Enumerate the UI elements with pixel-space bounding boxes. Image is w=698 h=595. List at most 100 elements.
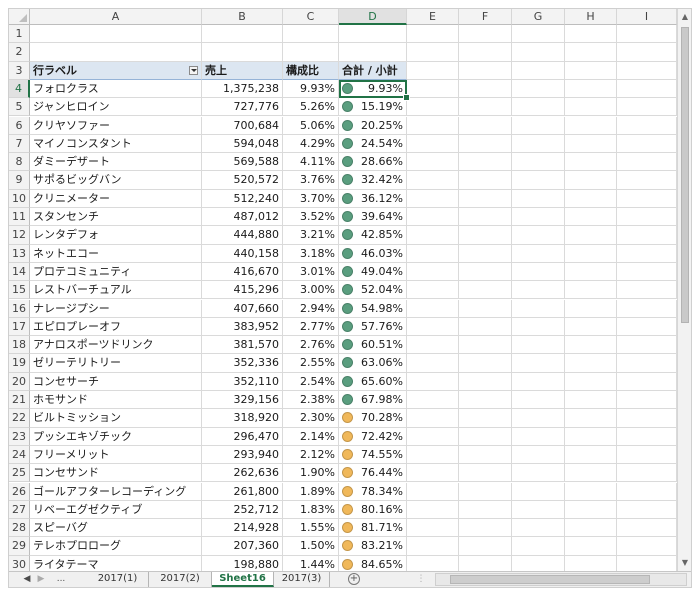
sales-cell[interactable]: 487,012 <box>202 208 283 227</box>
cell-e2[interactable] <box>407 43 459 62</box>
vertical-scroll-thumb[interactable] <box>681 27 689 323</box>
cell-g24[interactable] <box>512 445 565 465</box>
row-label-cell[interactable]: エピロプレーオフ <box>30 317 202 337</box>
cell-i6[interactable] <box>617 116 677 135</box>
cell-h11[interactable] <box>565 208 617 227</box>
cumulative-cell[interactable]: 24.54% <box>339 134 407 154</box>
cell-i18[interactable] <box>617 336 677 355</box>
column-header-g[interactable]: G <box>512 9 565 25</box>
cell-i22[interactable] <box>617 409 677 428</box>
sales-cell[interactable]: 700,684 <box>202 116 283 135</box>
cumulative-cell[interactable]: 78.34% <box>339 482 407 501</box>
cell-h7[interactable] <box>565 134 617 154</box>
sales-cell[interactable]: 296,470 <box>202 427 283 446</box>
cell-g8[interactable] <box>512 153 565 172</box>
cell-i2[interactable] <box>617 43 677 62</box>
row-header-24[interactable]: 24 <box>9 445 30 465</box>
row-header-22[interactable]: 22 <box>9 409 30 428</box>
ratio-cell[interactable]: 3.21% <box>283 226 339 245</box>
row-header-9[interactable]: 9 <box>9 171 30 190</box>
cell-h10[interactable] <box>565 189 617 208</box>
cell-i5[interactable] <box>617 98 677 117</box>
cell-f27[interactable] <box>459 500 512 520</box>
row-label-cell[interactable]: ネットエコー <box>30 244 202 263</box>
horizontal-scrollbar[interactable] <box>435 573 687 586</box>
row-header-23[interactable]: 23 <box>9 427 30 446</box>
row-header-6[interactable]: 6 <box>9 116 30 135</box>
pivot-header-ratio[interactable]: 構成比 <box>283 61 339 80</box>
cell-g19[interactable] <box>512 354 565 373</box>
cell-e8[interactable] <box>407 153 459 172</box>
cell-e4[interactable] <box>407 79 459 99</box>
row-header-13[interactable]: 13 <box>9 244 30 263</box>
cell-h15[interactable] <box>565 281 617 300</box>
cell-f4[interactable] <box>459 79 512 99</box>
row-header-25[interactable]: 25 <box>9 464 30 483</box>
cell-f10[interactable] <box>459 189 512 208</box>
tab-sheet16[interactable]: Sheet16 <box>212 572 274 587</box>
cumulative-cell[interactable]: 83.21% <box>339 537 407 556</box>
cell-e27[interactable] <box>407 500 459 520</box>
cell-g26[interactable] <box>512 482 565 501</box>
sales-cell[interactable]: 262,636 <box>202 464 283 483</box>
cell-e24[interactable] <box>407 445 459 465</box>
tab-ellipsis-button[interactable]: ... <box>53 572 69 587</box>
row-header-18[interactable]: 18 <box>9 336 30 355</box>
row-header-5[interactable]: 5 <box>9 98 30 117</box>
cell-f3[interactable] <box>459 61 512 80</box>
row-header-29[interactable]: 29 <box>9 537 30 556</box>
ratio-cell[interactable]: 3.70% <box>283 189 339 208</box>
column-header-b[interactable]: B <box>202 9 283 25</box>
cell-i12[interactable] <box>617 226 677 245</box>
cell-h26[interactable] <box>565 482 617 501</box>
cell-i9[interactable] <box>617 171 677 190</box>
ratio-cell[interactable]: 2.55% <box>283 354 339 373</box>
row-label-cell[interactable]: ダミーデザート <box>30 153 202 172</box>
ratio-cell[interactable]: 1.55% <box>283 519 339 538</box>
cell-e1[interactable] <box>407 25 459 44</box>
cell-h5[interactable] <box>565 98 617 117</box>
row-header-17[interactable]: 17 <box>9 317 30 337</box>
cell-i1[interactable] <box>617 25 677 44</box>
cell-g11[interactable] <box>512 208 565 227</box>
row-header-28[interactable]: 28 <box>9 519 30 538</box>
cell-h12[interactable] <box>565 226 617 245</box>
cell-e5[interactable] <box>407 98 459 117</box>
ratio-cell[interactable]: 5.06% <box>283 116 339 135</box>
row-label-cell[interactable]: プッシエキゾチック <box>30 427 202 446</box>
sales-cell[interactable]: 407,660 <box>202 299 283 318</box>
cell-i8[interactable] <box>617 153 677 172</box>
cell-i13[interactable] <box>617 244 677 263</box>
cell-f7[interactable] <box>459 134 512 154</box>
row-label-cell[interactable]: アナロスポーツドリンク <box>30 336 202 355</box>
cell-g14[interactable] <box>512 262 565 282</box>
row-label-cell[interactable]: フリーメリット <box>30 445 202 465</box>
column-header-a[interactable]: A <box>30 9 202 25</box>
cell-e13[interactable] <box>407 244 459 263</box>
cumulative-cell[interactable]: 81.71% <box>339 519 407 538</box>
cell-f23[interactable] <box>459 427 512 446</box>
row-label-cell[interactable]: ホモサンド <box>30 391 202 410</box>
pivot-header-sales[interactable]: 売上 <box>202 61 283 80</box>
cell-h1[interactable] <box>565 25 617 44</box>
cell-e23[interactable] <box>407 427 459 446</box>
sales-cell[interactable]: 252,712 <box>202 500 283 520</box>
cell-g17[interactable] <box>512 317 565 337</box>
row-header-7[interactable]: 7 <box>9 134 30 154</box>
cell-i14[interactable] <box>617 262 677 282</box>
row-header-14[interactable]: 14 <box>9 262 30 282</box>
cell-f15[interactable] <box>459 281 512 300</box>
cell-e26[interactable] <box>407 482 459 501</box>
cell-g25[interactable] <box>512 464 565 483</box>
cell-h23[interactable] <box>565 427 617 446</box>
cell-f19[interactable] <box>459 354 512 373</box>
cell-e3[interactable] <box>407 61 459 80</box>
sales-cell[interactable]: 381,570 <box>202 336 283 355</box>
cell-f28[interactable] <box>459 519 512 538</box>
cell-g20[interactable] <box>512 372 565 391</box>
column-header-h[interactable]: H <box>565 9 617 25</box>
cell-f29[interactable] <box>459 537 512 556</box>
row-header-4[interactable]: 4 <box>9 79 30 99</box>
cell-f24[interactable] <box>459 445 512 465</box>
tab-scroll-right-icon[interactable]: ▶ <box>35 572 47 587</box>
